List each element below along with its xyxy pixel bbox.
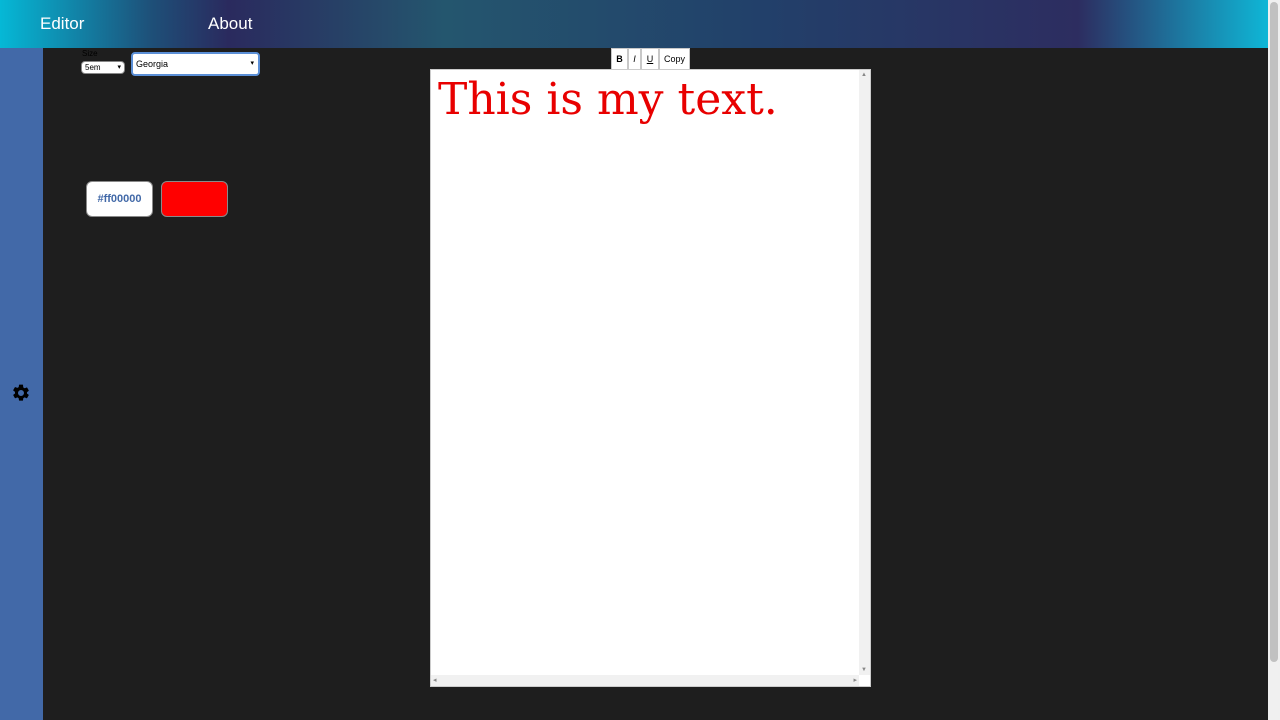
copy-button[interactable]: Copy <box>659 48 690 70</box>
size-label: Size <box>82 49 98 58</box>
bold-button[interactable]: B <box>611 48 628 70</box>
editor-text[interactable]: This is my text. <box>438 74 778 125</box>
font-family-select[interactable]: Georgia ▾ <box>131 52 260 76</box>
sidebar <box>0 48 43 720</box>
gear-icon[interactable] <box>11 383 31 403</box>
text-editor-area[interactable]: This is my text. ▲ ▼ ◂ ▸ <box>430 69 871 687</box>
top-nav-bar: Editor About <box>0 0 1268 48</box>
nav-editor-link[interactable]: Editor <box>40 14 84 34</box>
page-scrollbar[interactable] <box>1268 0 1280 720</box>
format-toolbar: B I U Copy <box>611 48 690 70</box>
page-scrollbar-thumb[interactable] <box>1270 2 1278 662</box>
color-swatch-button[interactable] <box>161 181 228 217</box>
underline-button[interactable]: U <box>641 48 659 70</box>
editor-vertical-scrollbar[interactable]: ▲ ▼ <box>859 70 870 675</box>
color-hex-input[interactable]: #ff00000 <box>86 181 153 217</box>
scroll-up-icon[interactable]: ▲ <box>861 72 867 78</box>
size-select[interactable]: 5em ▾ <box>81 61 125 74</box>
chevron-down-icon: ▾ <box>250 60 254 67</box>
editor-horizontal-scrollbar[interactable]: ◂ ▸ <box>431 675 859 686</box>
italic-button[interactable]: I <box>628 48 641 70</box>
scroll-right-icon[interactable]: ▸ <box>853 676 857 684</box>
scroll-down-icon[interactable]: ▼ <box>861 667 867 673</box>
size-select-value: 5em <box>85 63 101 72</box>
scroll-left-icon[interactable]: ◂ <box>433 676 437 684</box>
font-select-value: Georgia <box>136 59 169 69</box>
chevron-down-icon: ▾ <box>117 64 121 71</box>
nav-about-link[interactable]: About <box>208 14 252 34</box>
